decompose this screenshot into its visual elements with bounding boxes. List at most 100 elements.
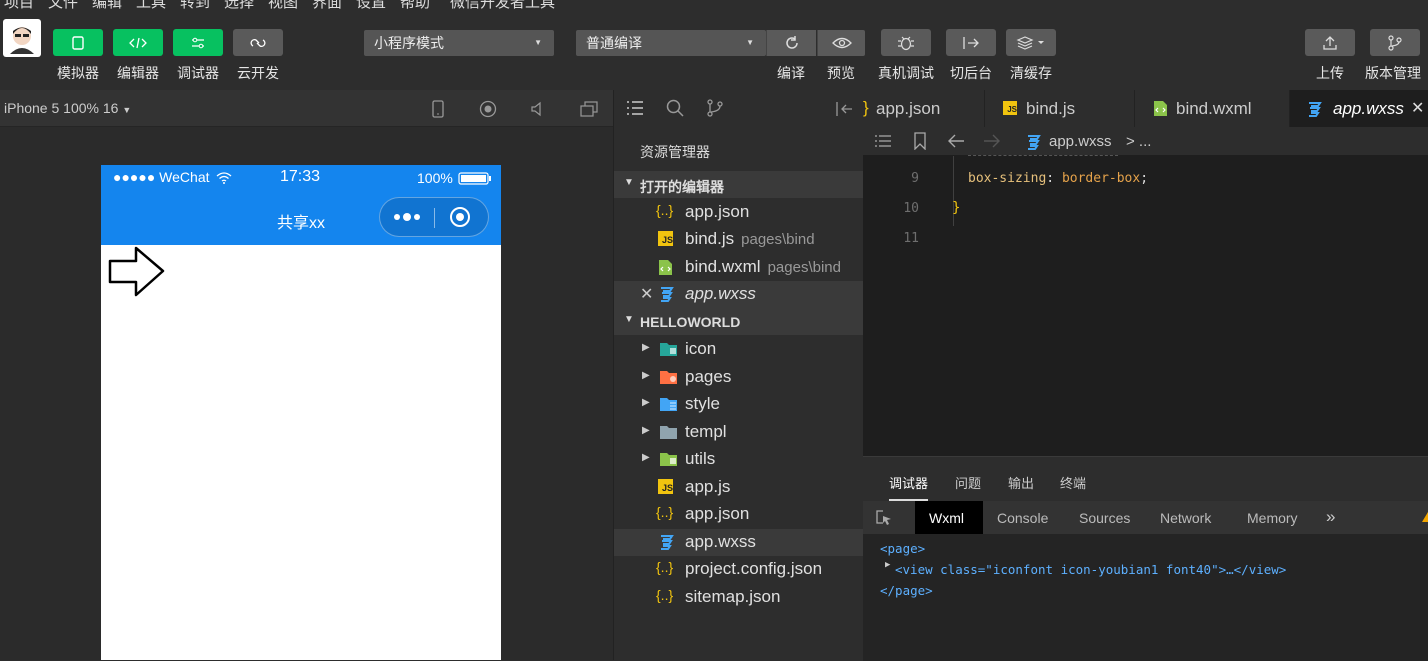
folder-item[interactable]: ▶ icon <box>614 336 864 363</box>
open-editors-label: 打开的编辑器 <box>640 179 724 195</box>
caret-right-icon: ▶ <box>642 452 650 463</box>
refresh-icon <box>785 36 798 49</box>
upload-button[interactable] <box>1305 29 1355 56</box>
file-name: project.config.json <box>685 559 823 578</box>
code-editor[interactable]: 9 box-sizing: border-box; 10 } 11 <box>863 155 1428 456</box>
devtools-panel-tabs: Wxml Console Sources Network Memory » <box>863 501 1428 534</box>
menu-item[interactable]: 帮助 <box>400 0 430 10</box>
cloud-button[interactable] <box>233 29 283 56</box>
file-item-selected[interactable]: app.wxss <box>614 529 864 556</box>
clear-cache-button[interactable] <box>1006 29 1056 56</box>
tab-bind-js[interactable]: JS bind.js <box>985 90 1135 127</box>
file-item[interactable]: {..} project.config.json <box>614 556 864 583</box>
phone-outline-icon[interactable] <box>430 100 446 118</box>
open-file-item[interactable]: {..} app.json <box>614 199 864 226</box>
tab-output[interactable]: 输出 <box>1008 473 1034 492</box>
file-name: sitemap.json <box>685 587 781 606</box>
close-icon[interactable]: ✕ <box>640 284 653 304</box>
breadcrumb-rest[interactable]: > ... <box>1126 133 1151 150</box>
tab-network[interactable]: Network <box>1160 510 1211 526</box>
tab-sources[interactable]: Sources <box>1079 510 1130 526</box>
background-button[interactable] <box>946 29 996 56</box>
project-label: HELLOWORLD <box>640 314 741 330</box>
project-header[interactable]: ▼ HELLOWORLD <box>614 308 864 335</box>
code-line: } <box>952 200 961 216</box>
device-select-value: iPhone 5 100% 16 <box>4 100 119 116</box>
detach-window-icon[interactable] <box>579 100 599 118</box>
compile-button[interactable] <box>766 30 816 56</box>
menu-item[interactable]: 项目 <box>4 0 34 10</box>
line-number: 11 <box>903 231 919 246</box>
compile-select[interactable]: 普通编译 ▼ <box>576 30 766 56</box>
tree-node-page-open[interactable]: <page> <box>880 541 925 556</box>
menu-item[interactable]: 设置 <box>356 0 386 10</box>
open-editors-header[interactable]: ▼ 打开的编辑器 <box>614 171 864 198</box>
upload-icon <box>1323 35 1337 50</box>
collapse-sidebar-icon[interactable] <box>835 101 853 117</box>
folder-item[interactable]: ▶ utils <box>614 446 864 473</box>
tree-node-view[interactable]: <view class="iconfont icon-youbian1 font… <box>895 562 1286 577</box>
tree-node-page-close[interactable]: </page> <box>880 583 933 598</box>
tab-debugger[interactable]: 调试器 <box>889 473 929 501</box>
menu-item[interactable]: 工具 <box>136 0 166 10</box>
avatar[interactable] <box>3 19 41 57</box>
list-menu-icon[interactable] <box>626 100 644 116</box>
outline-icon[interactable] <box>874 134 892 148</box>
folder-item[interactable]: ▶ templ <box>614 419 864 446</box>
more-tabs-button[interactable]: » <box>1326 507 1335 527</box>
editor-button[interactable] <box>113 29 163 56</box>
file-item[interactable]: {..} app.json <box>614 501 864 528</box>
menu-item[interactable]: 微信开发者工具 <box>450 0 555 10</box>
menu-item[interactable]: 视图 <box>268 0 298 10</box>
open-file-item[interactable]: bind.wxml pages\bind <box>614 254 864 281</box>
mode-select-value: 小程序模式 <box>374 35 444 51</box>
warning-icon[interactable] <box>1422 512 1428 522</box>
debugger-button[interactable] <box>173 29 223 56</box>
tab-bind-wxml[interactable]: bind.wxml <box>1135 90 1290 127</box>
folder-item[interactable]: ▶ style <box>614 391 864 418</box>
inspect-element-icon[interactable] <box>875 509 893 527</box>
mode-select[interactable]: 小程序模式 ▼ <box>364 30 554 56</box>
folder-item[interactable]: ▶ pages <box>614 364 864 391</box>
preview-button[interactable] <box>817 30 865 56</box>
expand-node-icon[interactable]: ▶ <box>885 560 890 570</box>
remote-debug-button[interactable] <box>881 29 931 56</box>
close-tab-icon[interactable]: ✕ <box>1411 98 1424 118</box>
search-icon[interactable] <box>666 99 684 117</box>
folder-icon <box>660 426 677 439</box>
back-arrow-icon[interactable] <box>947 133 965 149</box>
device-select[interactable]: iPhone 5 100% 16 ▼ <box>4 100 131 116</box>
menu-item[interactable]: 编辑 <box>92 0 122 10</box>
tab-issues[interactable]: 问题 <box>955 473 981 492</box>
bookmark-icon[interactable] <box>913 132 927 150</box>
version-button[interactable] <box>1370 29 1420 56</box>
file-item[interactable]: {..} sitemap.json <box>614 584 864 611</box>
tab-terminal[interactable]: 终端 <box>1060 473 1086 492</box>
menu-item[interactable]: 界面 <box>312 0 342 10</box>
volume-icon[interactable] <box>530 101 546 117</box>
menu-item[interactable]: 文件 <box>48 0 78 10</box>
folder-name: style <box>685 394 720 413</box>
tab-app-json[interactable]: } app.json <box>863 90 985 127</box>
sliders-icon <box>192 37 204 48</box>
open-file-item[interactable]: JS bind.js pages\bind <box>614 226 864 253</box>
more-dots-icon[interactable] <box>393 211 423 223</box>
record-icon[interactable] <box>479 100 497 118</box>
caret-right-icon: ▶ <box>642 425 650 436</box>
tab-memory[interactable]: Memory <box>1247 510 1298 526</box>
js-icon: JS <box>1003 101 1017 115</box>
tab-console[interactable]: Console <box>997 510 1048 526</box>
file-item[interactable]: JS app.js <box>614 474 864 501</box>
branch-icon <box>1388 34 1402 51</box>
battery-icon <box>458 172 491 185</box>
tab-wxml-active[interactable]: Wxml <box>915 501 983 534</box>
code-icon <box>129 37 147 48</box>
eye-icon <box>831 37 852 49</box>
tab-app-wxss-active[interactable]: app.wxss ✕ <box>1290 90 1428 127</box>
open-file-item-active[interactable]: ✕ app.wxss <box>614 281 864 308</box>
menu-item[interactable]: 转到 <box>180 0 210 10</box>
source-control-icon[interactable] <box>706 99 724 117</box>
simulator-button[interactable] <box>53 29 103 56</box>
menu-item[interactable]: 选择 <box>224 0 254 10</box>
close-circle-icon[interactable] <box>449 206 471 228</box>
